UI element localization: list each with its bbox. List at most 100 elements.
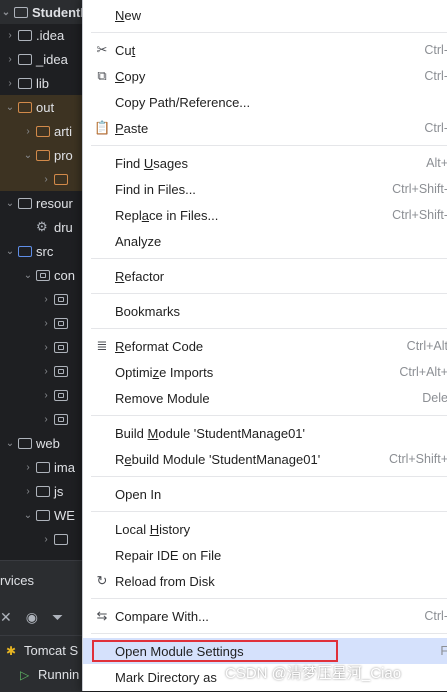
folder-icon	[18, 245, 32, 257]
menu-item-local-history[interactable]: Local History	[83, 516, 447, 542]
menu-item-open-module-settings[interactable]: Open Module Settings F	[83, 638, 447, 664]
chevron-right-icon[interactable]: ›	[4, 78, 16, 89]
menu-item-paste[interactable]: 📋 Paste Ctrl-	[83, 115, 447, 141]
chevron-down-icon[interactable]: ⌄	[4, 198, 16, 209]
folder-icon	[18, 29, 32, 41]
menu-item-open-in[interactable]: Open In	[83, 481, 447, 507]
menu-item-replace-in-files[interactable]: Replace in Files... Ctrl+Shift-	[83, 202, 447, 228]
chevron-down-icon[interactable]: ⌄	[22, 270, 34, 281]
folder-icon	[54, 173, 68, 185]
menu-separator	[91, 293, 447, 294]
tree-item[interactable]: › lib	[0, 71, 90, 95]
tree-item[interactable]: ⌄ WE	[0, 503, 90, 527]
tree-item[interactable]: ⌄ resour	[0, 191, 90, 215]
tree-item[interactable]: › _idea	[0, 47, 90, 71]
menu-item-reformat-code[interactable]: ≣ Reformat Code Ctrl+Alt	[83, 333, 447, 359]
menu-item-compare-with[interactable]: ⇆ Compare With... Ctrl-	[83, 603, 447, 629]
menu-item-rebuild-module-studentmanage01[interactable]: Rebuild Module 'StudentManage01' Ctrl+Shi…	[83, 446, 447, 472]
menu-item-optimize-imports[interactable]: Optimize Imports Ctrl+Alt+	[83, 359, 447, 385]
chevron-down-icon[interactable]: ⌄	[4, 246, 16, 257]
menu-item-build-module-studentmanage01[interactable]: Build Module 'StudentManage01'	[83, 420, 447, 446]
eye-icon[interactable]: ◉	[26, 609, 38, 626]
tomcat-server-item[interactable]: ✱ Tomcat S	[6, 643, 78, 658]
menu-item-repair-ide-on-file[interactable]: Repair IDE on File	[83, 542, 447, 568]
project-root[interactable]: ⌄ StudentM	[0, 0, 90, 24]
chevron-down-icon[interactable]: ⌄	[22, 510, 34, 521]
tree-item[interactable]: ⌄ web	[0, 431, 90, 455]
menu-item-label: Remove Module	[115, 390, 210, 406]
running-item[interactable]: ▷ Runnin	[20, 667, 79, 682]
menu-item-label: Find Usages	[115, 155, 188, 171]
tree-item[interactable]: ⚙ dru	[0, 215, 90, 239]
tree-item[interactable]: ⌄ con	[0, 263, 90, 287]
folder-icon	[18, 437, 32, 449]
chevron-right-icon[interactable]: ›	[40, 414, 52, 425]
tree-item[interactable]: ⌄ pro	[0, 143, 90, 167]
menu-item-find-usages[interactable]: Find Usages Alt+	[83, 150, 447, 176]
tomcat-label: Tomcat S	[24, 643, 79, 658]
chevron-right-icon[interactable]: ›	[22, 126, 34, 137]
tree-item[interactable]: ›	[0, 167, 90, 191]
collapse-icon[interactable]: ✕	[0, 609, 12, 626]
menu-item-copy-path-reference[interactable]: Copy Path/Reference...	[83, 89, 447, 115]
menu-item-remove-module[interactable]: Remove Module Dele	[83, 385, 447, 411]
chevron-right-icon[interactable]: ›	[40, 534, 52, 545]
chevron-right-icon[interactable]: ›	[40, 342, 52, 353]
menu-separator	[91, 633, 447, 634]
chevron-right-icon[interactable]: ›	[4, 54, 16, 65]
menu-item-shortcut: Ctrl-	[424, 69, 447, 83]
menu-item-shortcut: Ctrl-	[424, 43, 447, 57]
menu-item-label: New	[115, 7, 142, 23]
tree-item[interactable]: ›	[0, 527, 90, 551]
chevron-down-icon[interactable]: ⌄	[22, 150, 34, 161]
chevron-right-icon[interactable]: ›	[40, 174, 52, 185]
menu-item-find-in-files[interactable]: Find in Files... Ctrl+Shift-	[83, 176, 447, 202]
tree-item[interactable]: ›	[0, 287, 90, 311]
folder-icon	[18, 101, 32, 113]
chevron-down-icon[interactable]: ⌄	[0, 7, 12, 18]
menu-item-label: Compare With...	[115, 608, 209, 624]
menu-item-reload-from-disk[interactable]: ↻ Reload from Disk	[83, 568, 447, 594]
chevron-right-icon[interactable]: ›	[40, 318, 52, 329]
tree-item-label: WE	[54, 507, 75, 523]
menu-item-new[interactable]: New	[83, 2, 447, 28]
folder-icon	[36, 461, 50, 473]
tree-item[interactable]: ⌄ src	[0, 239, 90, 263]
chevron-down-icon[interactable]: ⌄	[4, 438, 16, 449]
chevron-right-icon[interactable]: ›	[40, 390, 52, 401]
highlight-box	[92, 640, 338, 662]
tree-item[interactable]: ›	[0, 311, 90, 335]
chevron-right-icon[interactable]: ›	[40, 294, 52, 305]
reload-icon: ↻	[96, 573, 108, 588]
menu-item-analyze[interactable]: Analyze	[83, 228, 447, 254]
chevron-right-icon[interactable]: ›	[22, 486, 34, 497]
services-title: rvices	[0, 573, 34, 588]
tree-item[interactable]: › ima	[0, 455, 90, 479]
filter-icon[interactable]: ⏷	[52, 609, 63, 626]
tree-item[interactable]: ⌄ out	[0, 95, 90, 119]
tree-item[interactable]: ›	[0, 407, 90, 431]
tree-item[interactable]: › arti	[0, 119, 90, 143]
menu-item-refactor[interactable]: Refactor	[83, 263, 447, 289]
tree-item[interactable]: › .idea	[0, 23, 90, 47]
tree-item-label: con	[54, 267, 75, 283]
menu-item-copy[interactable]: ⧉ Copy Ctrl-	[83, 63, 447, 89]
menu-separator	[91, 476, 447, 477]
menu-separator	[91, 328, 447, 329]
package-icon	[54, 317, 68, 329]
tree-item[interactable]: ›	[0, 359, 90, 383]
chevron-down-icon[interactable]: ⌄	[4, 102, 16, 113]
menu-separator	[91, 415, 447, 416]
tree-item[interactable]: ›	[0, 383, 90, 407]
tree-item[interactable]: › js	[0, 479, 90, 503]
tree-item[interactable]: ›	[0, 335, 90, 359]
menu-item-label: Paste	[115, 120, 149, 136]
package-icon	[54, 413, 68, 425]
chevron-right-icon[interactable]: ›	[22, 462, 34, 473]
package-icon	[36, 269, 50, 281]
chevron-right-icon[interactable]: ›	[4, 30, 16, 41]
menu-item-bookmarks[interactable]: Bookmarks	[83, 298, 447, 324]
chevron-right-icon[interactable]: ›	[40, 366, 52, 377]
menu-item-cut[interactable]: ✂ Cut Ctrl-	[83, 37, 447, 63]
menu-item-label: Copy Path/Reference...	[115, 94, 251, 110]
